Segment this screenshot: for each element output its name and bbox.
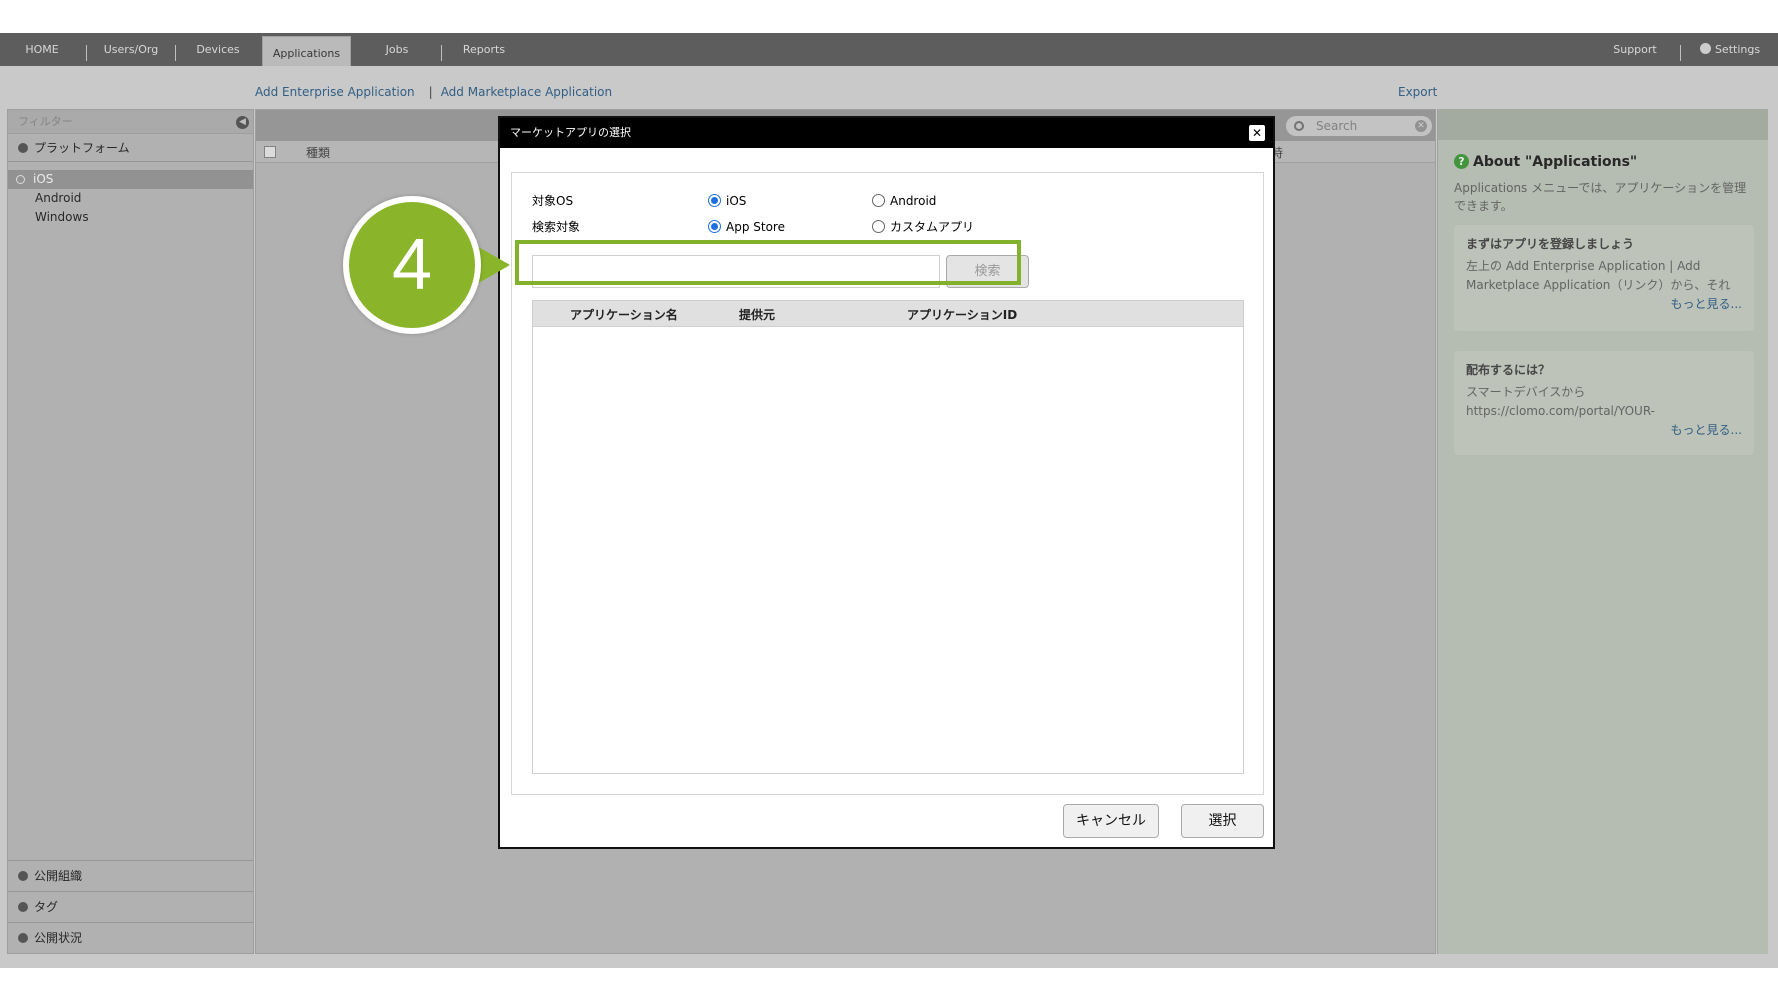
result-table: アプリケーション名 提供元 アプリケーションID [532,300,1244,774]
result-table-header: アプリケーション名 提供元 アプリケーションID [533,301,1243,327]
target-custom-label: カスタムアプリ [890,220,975,234]
dialog-title-bar: マーケットアプリの選択 ✕ [500,118,1273,148]
os-row: 対象OS iOS Android [532,191,1232,211]
step-highlight-box [515,240,1021,285]
target-row: 検索対象 App Store カスタムアプリ [532,217,1232,237]
radio-selected-icon[interactable] [708,220,721,233]
target-appstore-label: App Store [726,220,785,234]
step-number: 4 [391,225,433,305]
cancel-button[interactable]: キャンセル [1063,804,1159,838]
target-option-custom[interactable]: カスタムアプリ [872,217,974,237]
close-icon[interactable]: ✕ [1249,125,1265,141]
os-option-android[interactable]: Android [872,191,936,211]
column-app-name: アプリケーション名 [570,308,678,322]
radio-icon[interactable] [872,220,885,233]
os-label: 対象OS [532,194,574,208]
radio-selected-icon[interactable] [708,194,721,207]
radio-icon[interactable] [872,194,885,207]
os-option-ios[interactable]: iOS [708,191,746,211]
column-app-id: アプリケーションID [907,308,1018,322]
market-app-select-dialog: マーケットアプリの選択 ✕ 対象OS iOS Android 検索対象 App … [498,116,1275,849]
select-button[interactable]: 選択 [1181,804,1264,838]
column-provider: 提供元 [739,308,776,322]
step-callout: 4 [343,196,481,334]
os-ios-label: iOS [726,194,747,208]
target-label: 検索対象 [532,220,581,234]
app-window: HOME Users/Org Devices Applications Jobs… [0,33,1778,968]
target-option-appstore[interactable]: App Store [708,217,785,237]
dialog-title: マーケットアプリの選択 [510,126,631,139]
os-android-label: Android [890,194,937,208]
